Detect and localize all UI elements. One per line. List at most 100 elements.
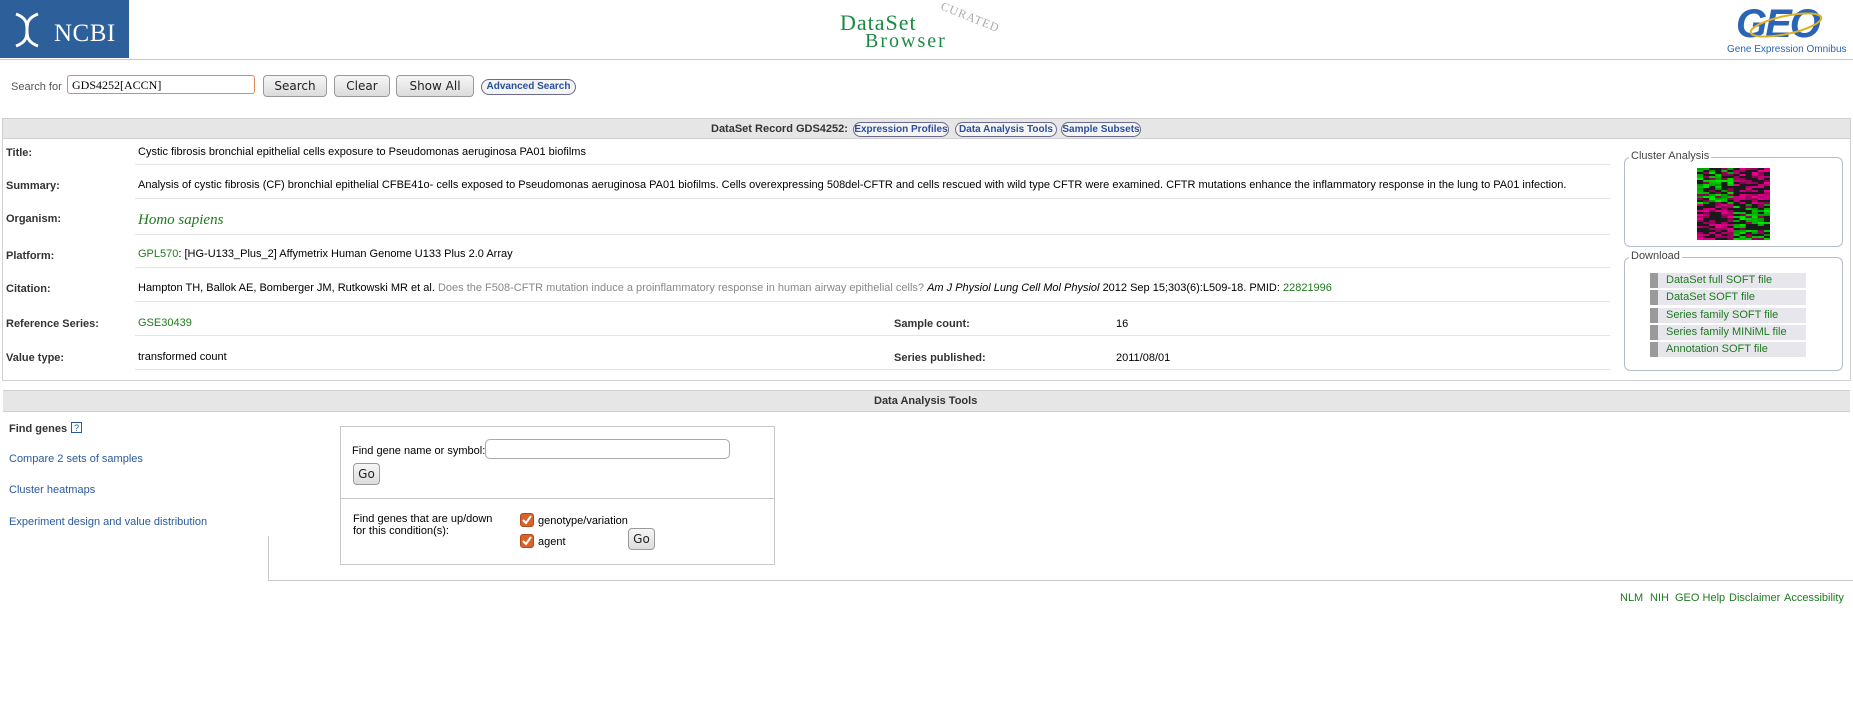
heatmap-cell	[1739, 230, 1746, 232]
heatmap-cell	[1757, 210, 1764, 212]
dataset-browser-logo[interactable]: DataSet Browser CURATED	[838, 0, 1038, 54]
organism-link[interactable]: Homo sapiens	[138, 212, 223, 229]
heatmap-cell	[1721, 208, 1728, 210]
updown-go-button[interactable]: Go	[628, 528, 655, 550]
heatmap-cell	[1751, 198, 1758, 200]
help-icon[interactable]: ?	[71, 422, 82, 433]
geo-logo[interactable]: GEO Gene Expression Omnibus	[1726, 2, 1850, 56]
heatmap-cell	[1697, 184, 1704, 186]
download-series-family-miniml[interactable]: Series family MINiML file	[1650, 325, 1806, 340]
heatmap-cell	[1721, 170, 1728, 172]
download-series-family-soft[interactable]: Series family SOFT file	[1650, 308, 1806, 323]
heatmap-cell	[1709, 180, 1716, 182]
heatmap-cell	[1721, 222, 1728, 224]
heatmap-cell	[1715, 188, 1722, 190]
tab-expression-profiles[interactable]: Expression Profiles	[853, 122, 949, 137]
download-annotation-soft[interactable]: Annotation SOFT file	[1650, 342, 1806, 357]
download-dataset-full-soft[interactable]: DataSet full SOFT file	[1650, 273, 1806, 288]
heatmap-cell	[1715, 182, 1722, 184]
show-all-button[interactable]: Show All	[396, 75, 474, 97]
heatmap-cell	[1733, 216, 1740, 218]
footer-link-disclaimer[interactable]: Disclaimer	[1729, 592, 1780, 604]
heatmap-cell	[1733, 238, 1740, 240]
heatmap-cell	[1703, 168, 1710, 170]
title-label: Title:	[6, 147, 33, 159]
heatmap-cell	[1739, 178, 1746, 180]
series-published-label: Series published:	[894, 352, 986, 364]
condition-genotype-checkbox[interactable]	[520, 513, 534, 527]
condition-agent-checkbox[interactable]	[520, 534, 534, 548]
heatmap-cell	[1703, 184, 1710, 186]
cluster-analysis-legend: Cluster Analysis	[1629, 150, 1712, 162]
download-dataset-soft[interactable]: DataSet SOFT file	[1650, 290, 1806, 305]
advanced-search-button[interactable]: Advanced Search	[481, 79, 576, 95]
heatmap-cell	[1733, 232, 1740, 234]
platform-value: GPL570: [HG-U133_Plus_2] Affymetrix Huma…	[138, 248, 513, 260]
platform-link[interactable]: GPL570	[138, 248, 178, 260]
heatmap-cell	[1697, 192, 1704, 194]
heatmap-cell	[1739, 218, 1746, 220]
tool-experiment-design[interactable]: Experiment design and value distribution	[9, 516, 207, 528]
heatmap-cell	[1757, 204, 1764, 206]
footer-link-nih[interactable]: NIH	[1650, 592, 1669, 604]
heatmap-cell	[1733, 212, 1740, 214]
footer-link-accessibility[interactable]: Accessibility	[1784, 592, 1844, 604]
heatmap-cell	[1715, 200, 1722, 202]
heatmap-cell	[1715, 234, 1722, 236]
search-button[interactable]: Search	[263, 75, 327, 97]
cluster-heatmap-thumbnail[interactable]	[1697, 168, 1770, 240]
heatmap-cell	[1733, 230, 1740, 232]
tool-compare-samples[interactable]: Compare 2 sets of samples	[9, 453, 143, 465]
tab-data-analysis-tools[interactable]: Data Analysis Tools	[955, 122, 1057, 137]
heatmap-cell	[1721, 232, 1728, 234]
heatmap-cell	[1697, 176, 1704, 178]
heatmap-cell	[1757, 198, 1764, 200]
tab-sample-subsets[interactable]: Sample Subsets	[1061, 122, 1141, 137]
row-divider	[135, 198, 1610, 199]
heatmap-cell	[1727, 184, 1734, 186]
heatmap-cell	[1739, 214, 1746, 216]
heatmap-cell	[1751, 212, 1758, 214]
heatmap-cell	[1745, 220, 1752, 222]
heatmap-cell	[1739, 170, 1746, 172]
tool-find-genes[interactable]: Find genes	[9, 423, 67, 435]
heatmap-cell	[1757, 236, 1764, 238]
heatmap-cell	[1721, 172, 1728, 174]
heatmap-cell	[1703, 194, 1710, 196]
heatmap-cell	[1757, 184, 1764, 186]
heatmap-cell	[1751, 236, 1758, 238]
heatmap-cell	[1751, 216, 1758, 218]
heatmap-cell	[1721, 228, 1728, 230]
heatmap-cell	[1757, 218, 1764, 220]
heatmap-cell	[1745, 208, 1752, 210]
dataset-summary: Analysis of cystic fibrosis (CF) bronchi…	[138, 179, 1567, 191]
heatmap-cell	[1703, 180, 1710, 182]
heatmap-cell	[1703, 172, 1710, 174]
heatmap-cell	[1697, 232, 1704, 234]
heatmap-cell	[1709, 224, 1716, 226]
clear-button[interactable]: Clear	[334, 75, 390, 97]
logo-curated: CURATED	[938, 0, 1002, 36]
find-gene-go-button[interactable]: Go	[353, 463, 380, 485]
heatmap-cell	[1715, 206, 1722, 208]
citation-authors: Hampton TH, Ballok AE, Bomberger JM, Rut…	[138, 282, 435, 294]
footer-link-geo-help[interactable]: GEO Help	[1675, 592, 1725, 604]
tools-title: Data Analysis Tools	[874, 395, 978, 407]
ncbi-logo[interactable]: NCBI	[0, 0, 129, 58]
tool-cluster-heatmaps[interactable]: Cluster heatmaps	[9, 484, 95, 496]
heatmap-cell	[1763, 234, 1770, 236]
reference-series-link[interactable]: GSE30439	[138, 317, 192, 329]
gene-symbol-input[interactable]	[485, 439, 730, 459]
citation-title: Does the F508-CFTR mutation induce a pro…	[437, 282, 925, 294]
footer-link-nlm[interactable]: NLM	[1620, 592, 1643, 604]
pmid-link[interactable]: 22821996	[1283, 282, 1332, 294]
heatmap-cell	[1709, 184, 1716, 186]
heatmap-cell	[1757, 222, 1764, 224]
heatmap-cell	[1763, 212, 1770, 214]
search-input[interactable]: GDS4252[ACCN]	[67, 75, 255, 94]
platform-label: Platform:	[6, 250, 55, 262]
heatmap-cell	[1709, 178, 1716, 180]
heatmap-cell	[1715, 226, 1722, 228]
heatmap-cell	[1709, 182, 1716, 184]
heatmap-cell	[1697, 238, 1704, 240]
